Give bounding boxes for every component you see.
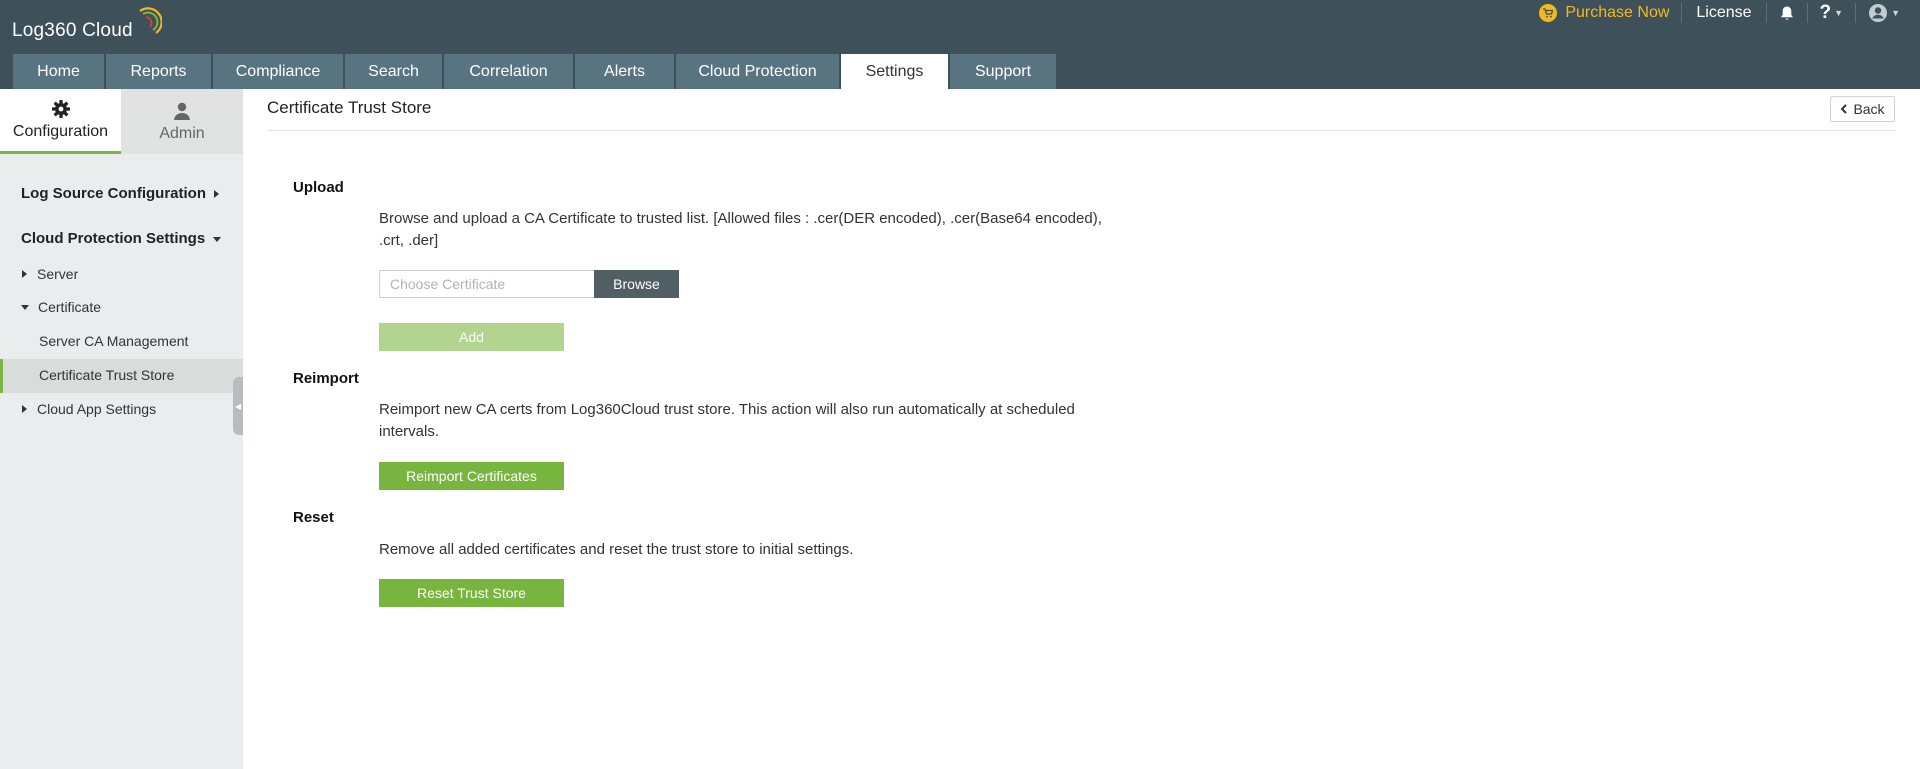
chevron-down-icon: ▼ <box>1891 8 1900 18</box>
sidebar-section-log-source[interactable]: Log Source Configuration <box>21 185 206 202</box>
logo-arc-icon <box>139 7 162 34</box>
sidebar-tab-configuration[interactable]: Configuration <box>0 89 121 154</box>
admin-user-icon <box>174 102 190 120</box>
back-button[interactable]: Back <box>1830 96 1895 122</box>
top-header: Log360 Cloud Purchase Now License ? ▼ ▼ <box>0 0 1920 89</box>
sidebar-item-certificate-trust-store[interactable]: Certificate Trust Store <box>39 367 174 383</box>
choose-certificate-input[interactable] <box>379 270 594 298</box>
tab-home[interactable]: Home <box>13 54 104 89</box>
add-button[interactable]: Add <box>379 323 564 351</box>
sidebar-section-label: Cloud Protection Settings <box>21 230 206 247</box>
help-menu[interactable]: ? ▼ <box>1808 0 1856 26</box>
sidebar-item-label: Cloud App Settings <box>37 401 157 417</box>
sidebar-item-server-ca-management[interactable]: Server CA Management <box>39 333 188 349</box>
tab-correlation[interactable]: Correlation <box>444 54 573 89</box>
main-nav-tabs: Home Reports Compliance Search Correlati… <box>13 54 1056 89</box>
tab-alerts[interactable]: Alerts <box>575 54 674 89</box>
browse-button[interactable]: Browse <box>594 270 679 298</box>
gear-icon <box>51 100 70 118</box>
sidebar-item-label: Server <box>37 266 79 282</box>
back-label: Back <box>1853 101 1885 117</box>
upload-description: Browse and upload a CA Certificate to tr… <box>379 210 1102 249</box>
expand-arrow-icon <box>22 405 27 413</box>
sidebar-item-label: Certificate <box>38 299 102 315</box>
user-avatar-icon <box>1869 4 1888 22</box>
reset-description: Remove all added certificates and reset … <box>379 541 854 558</box>
sidebar-collapse-handle[interactable]: ◀ <box>233 377 243 435</box>
page-title: Certificate Trust Store <box>267 98 432 117</box>
sidebar-tab-admin[interactable]: Admin <box>121 89 243 154</box>
tab-search[interactable]: Search <box>345 54 442 89</box>
chevron-down-icon <box>213 237 221 242</box>
license-link[interactable]: License <box>1682 4 1765 22</box>
sidebar-item-label: Certificate Trust Store <box>39 367 175 383</box>
upload-heading: Upload <box>293 179 344 196</box>
tab-cloud-protection[interactable]: Cloud Protection <box>676 54 839 89</box>
purchase-now-link[interactable]: Purchase Now <box>1539 4 1681 22</box>
sidebar-tab-configuration-label: Configuration <box>12 123 109 140</box>
title-divider <box>267 130 1896 131</box>
sidebar-item-server[interactable]: Server <box>22 266 78 282</box>
sidebar-tab-admin-label: Admin <box>159 124 205 142</box>
header-actions: Purchase Now License ? ▼ ▼ <box>1539 0 1912 26</box>
chevron-left-icon: ◀ <box>234 401 242 411</box>
chevron-left-icon <box>1841 104 1848 114</box>
collapse-arrow-icon <box>21 304 29 310</box>
help-icon: ? <box>1819 2 1832 23</box>
app-logo[interactable]: Log360 Cloud <box>12 7 162 50</box>
expand-arrow-icon <box>22 270 27 278</box>
user-menu[interactable]: ▼ <box>1856 0 1912 26</box>
logo-text: Log360 Cloud <box>12 20 133 41</box>
sidebar-tabs: Configuration Admin <box>0 89 243 154</box>
chevron-down-icon: ▼ <box>1834 8 1844 18</box>
tab-settings[interactable]: Settings <box>841 54 948 89</box>
reset-trust-store-button[interactable]: Reset Trust Store <box>379 579 564 607</box>
chevron-right-icon <box>214 190 219 198</box>
sidebar-section-cloud-protection[interactable]: Cloud Protection Settings <box>21 230 205 247</box>
sidebar-item-cloud-app-settings[interactable]: Cloud App Settings <box>22 401 156 417</box>
tab-compliance[interactable]: Compliance <box>213 54 343 89</box>
settings-sidebar: Configuration Admin Log Source Configura… <box>0 89 243 769</box>
reset-heading: Reset <box>293 509 334 526</box>
cart-icon <box>1539 4 1558 22</box>
tab-reports[interactable]: Reports <box>106 54 211 89</box>
reimport-certificates-button[interactable]: Reimport Certificates <box>379 462 564 490</box>
sidebar-section-label: Log Source Configuration <box>21 185 206 202</box>
purchase-now-label: Purchase Now <box>1565 4 1670 21</box>
sidebar-item-certificate[interactable]: Certificate <box>21 299 101 315</box>
reimport-heading: Reimport <box>293 370 359 387</box>
reimport-description: Reimport new CA certs from Log360Cloud t… <box>379 401 1075 440</box>
notification-bell-icon[interactable] <box>1767 0 1807 26</box>
tab-support[interactable]: Support <box>950 54 1056 89</box>
sidebar-item-label: Server CA Management <box>39 333 189 349</box>
